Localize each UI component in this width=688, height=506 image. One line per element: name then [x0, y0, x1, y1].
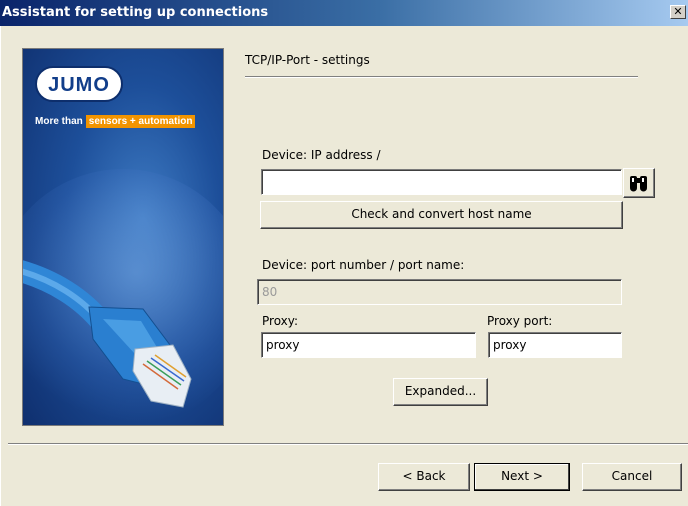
device-port-input[interactable]: 80 — [257, 279, 622, 305]
find-host-button[interactable] — [623, 168, 655, 198]
back-button[interactable]: < Back — [378, 463, 470, 491]
binoculars-icon — [630, 176, 647, 192]
check-convert-host-button[interactable]: Check and convert host name — [260, 201, 623, 229]
expanded-button[interactable]: Expanded... — [393, 378, 488, 406]
device-port-label: Device: port number / port name: — [262, 258, 465, 272]
wizard-banner-image: JUMO More than sensors + automation — [22, 48, 224, 426]
title-bar: Assistant for setting up connections ✕ — [0, 0, 688, 26]
window-frame-left — [0, 26, 8, 506]
footer-divider — [8, 443, 688, 445]
proxy-label: Proxy: — [262, 314, 299, 328]
device-ip-input[interactable] — [261, 169, 622, 195]
section-title: TCP/IP-Port - settings — [245, 53, 370, 67]
proxy-port-label: Proxy port: — [487, 314, 553, 328]
close-button[interactable]: ✕ — [670, 5, 686, 19]
window-title: Assistant for setting up connections — [2, 5, 269, 20]
next-button[interactable]: Next > — [474, 463, 570, 491]
cancel-button[interactable]: Cancel — [582, 463, 682, 491]
device-ip-label: Device: IP address / — [262, 148, 381, 162]
section-divider — [245, 76, 638, 78]
proxy-port-input[interactable]: proxy — [488, 332, 622, 358]
proxy-input[interactable]: proxy — [261, 332, 476, 358]
close-icon: ✕ — [673, 5, 683, 18]
network-cable-icon — [23, 260, 192, 408]
